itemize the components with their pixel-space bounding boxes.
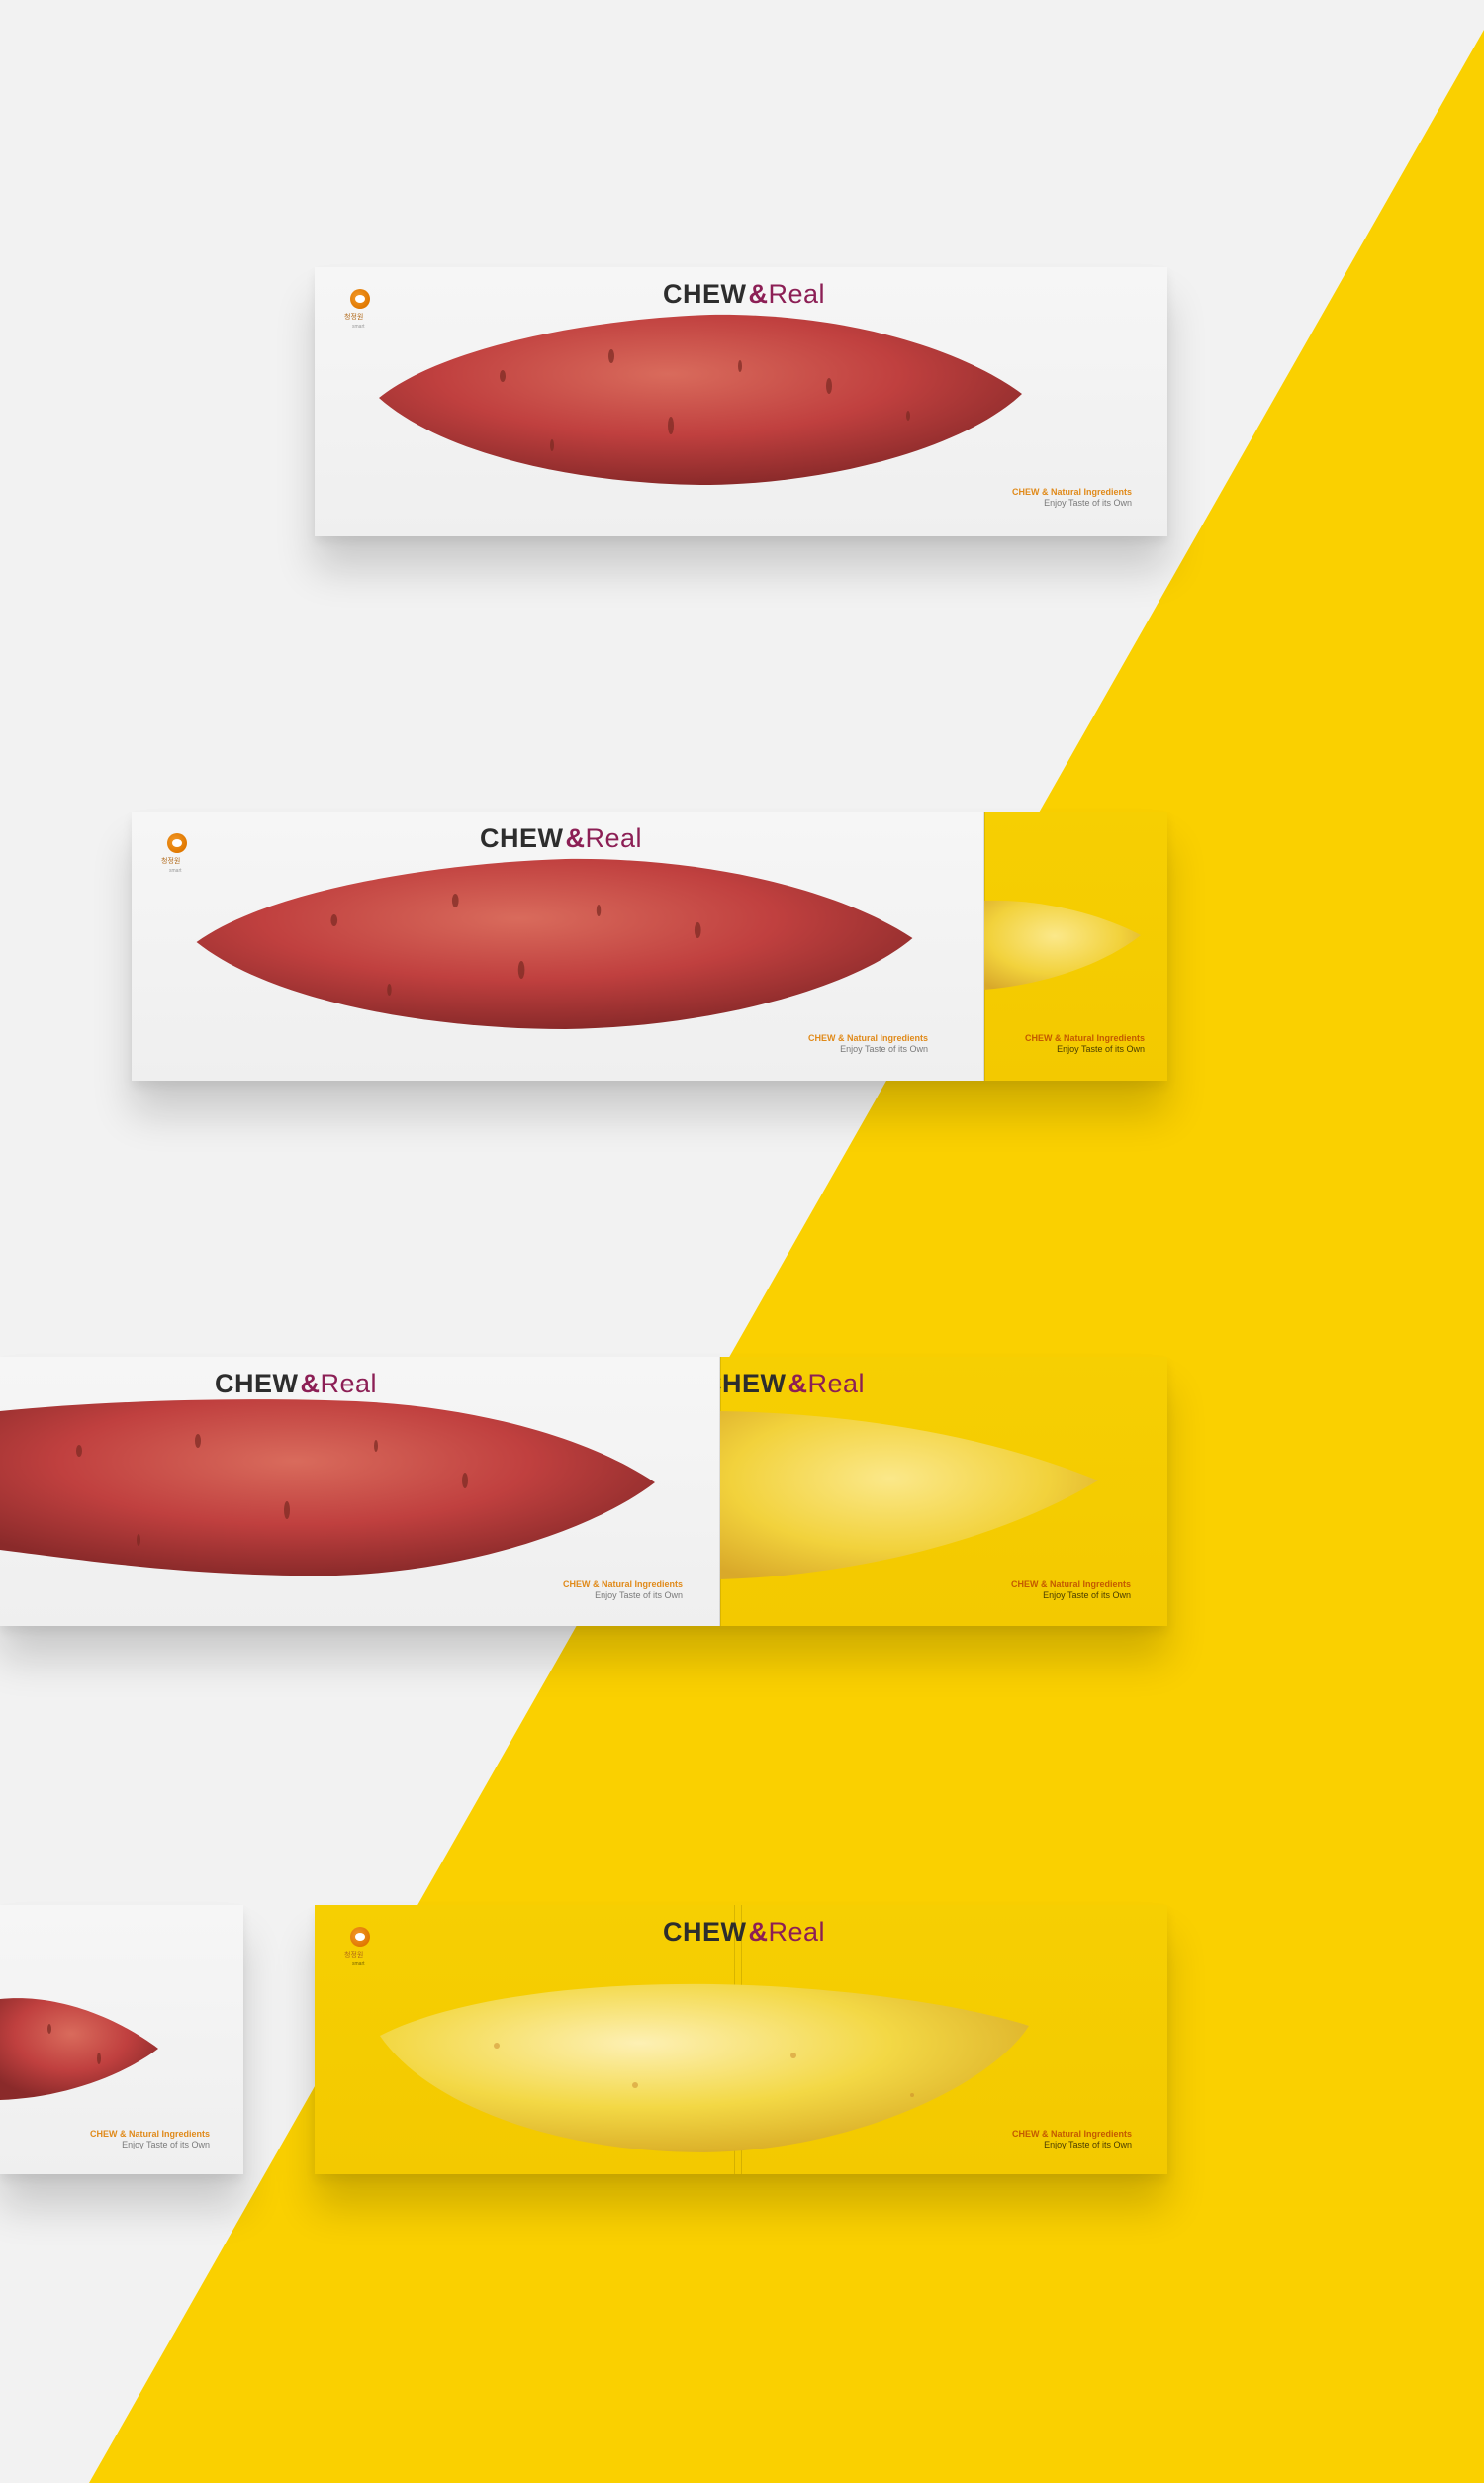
tagline: CHEW & Natural Ingredients Enjoy Taste o… — [1011, 2129, 1132, 2149]
tagline: CHEW & Natural Ingredients Enjoy Taste o… — [562, 1579, 683, 1600]
package-box-1: 청정원 smart CHEW&Real CHEW & Natural Ingre… — [315, 267, 1167, 536]
chungjungone-logo-icon — [167, 833, 187, 853]
tagline-yellow: CHEW & Natural Ingredients Enjoy Taste o… — [1024, 1033, 1145, 1054]
yellow-sweet-potato-image — [720, 1401, 1100, 1589]
logo-korean-text: 청정원 — [344, 1952, 364, 1958]
logo-sub-text: smart — [352, 324, 365, 330]
red-sweet-potato-image — [0, 1989, 160, 2103]
package-box-4-white: CHEW & Natural Ingredients Enjoy Taste o… — [0, 1905, 243, 2174]
red-sweet-potato-image — [191, 851, 918, 1034]
chungjungone-logo-icon — [350, 1927, 370, 1947]
brand-title: CHEW&Real — [663, 279, 826, 309]
yellow-sweet-potato-image — [378, 1976, 1031, 2154]
logo-korean-text: 청정원 — [344, 314, 364, 321]
tagline: CHEW & Natural Ingredients Enjoy Taste o… — [1011, 487, 1132, 508]
red-sweet-potato-image — [0, 1391, 658, 1579]
brand-title-yellow-part: CHEW&Real — [702, 1369, 866, 1398]
logo-korean-text: 청정원 — [161, 858, 181, 865]
logo-sub-text: smart — [352, 1961, 365, 1967]
tagline: CHEW & Natural Ingredients Enjoy Taste o… — [807, 1033, 928, 1054]
red-sweet-potato-image — [374, 307, 1027, 490]
brand-title: CHEW&Real — [663, 1917, 826, 1947]
yellow-sweet-potato-image — [984, 891, 1143, 1000]
chungjungone-logo-icon — [350, 289, 370, 309]
tagline: CHEW & Natural Ingredients Enjoy Taste o… — [89, 2129, 210, 2149]
logo-sub-text: smart — [169, 868, 182, 874]
tagline-yellow: CHEW & Natural Ingredients Enjoy Taste o… — [1010, 1579, 1131, 1600]
package-box-2: 청정원 smart CHEW&Real CHEW & Natural Ingre… — [132, 812, 1167, 1081]
package-box-4-yellow: 청정원 smart CHEW&Real CHEW & Natural Ingre… — [315, 1905, 1167, 2174]
brand-title: CHEW&Real — [480, 823, 643, 853]
package-box-3: CHEW&Real CHEW&Real CHEW & Natural Ingre… — [0, 1357, 1167, 1626]
